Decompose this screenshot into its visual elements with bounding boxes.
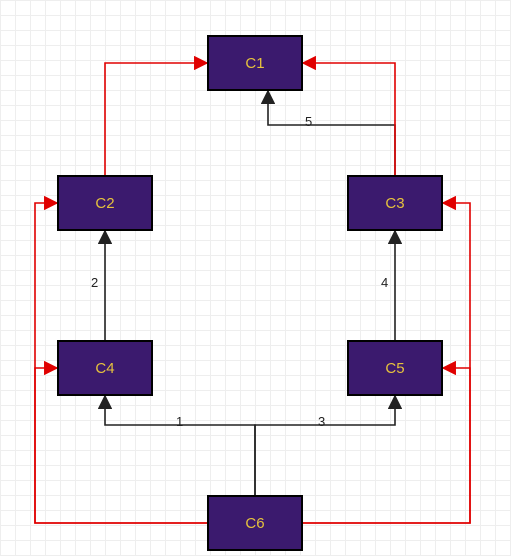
edge-c2-c1-red <box>105 63 207 175</box>
edge-c3-c1-red <box>303 63 395 175</box>
node-label: C4 <box>95 360 114 377</box>
edge-c6-c5 <box>255 396 395 495</box>
edge-label-4: 4 <box>381 275 388 290</box>
edge-label-2: 2 <box>91 275 98 290</box>
node-label: C5 <box>385 360 404 377</box>
node-c5[interactable]: C5 <box>347 340 443 396</box>
node-c4[interactable]: C4 <box>57 340 153 396</box>
edge-c3-c1 <box>268 91 395 175</box>
node-c3[interactable]: C3 <box>347 175 443 231</box>
node-c6[interactable]: C6 <box>207 495 303 551</box>
node-c2[interactable]: C2 <box>57 175 153 231</box>
node-c1[interactable]: C1 <box>207 35 303 91</box>
diagram-canvas: C1 C2 C3 C4 C5 C6 1 2 3 4 5 <box>0 0 511 556</box>
node-label: C3 <box>385 195 404 212</box>
node-label: C1 <box>245 55 264 72</box>
edge-label-5: 5 <box>305 114 312 129</box>
node-label: C2 <box>95 195 114 212</box>
edge-label-1: 1 <box>176 414 183 429</box>
edge-c6-c4 <box>105 396 255 495</box>
edge-label-3: 3 <box>318 414 325 429</box>
node-label: C6 <box>245 515 264 532</box>
